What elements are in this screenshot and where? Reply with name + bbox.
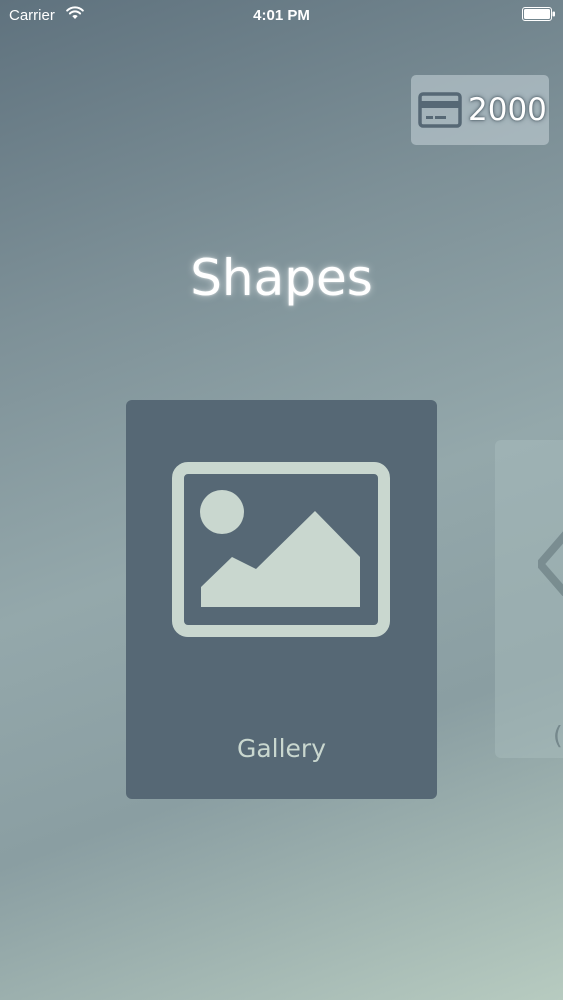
image-icon bbox=[172, 462, 390, 637]
eye-icon bbox=[538, 531, 563, 596]
currency-badge[interactable]: 2000 bbox=[411, 75, 549, 145]
gallery-card-label: Gallery bbox=[236, 734, 327, 763]
gallery-card[interactable]: Gallery bbox=[126, 400, 437, 799]
next-card[interactable]: ( bbox=[495, 440, 563, 758]
battery-icon bbox=[522, 7, 555, 21]
next-card-label: ( bbox=[553, 721, 563, 750]
credit-card-icon bbox=[418, 92, 462, 128]
status-bar: Carrier 4:01 PM bbox=[0, 0, 563, 32]
app-screen: Carrier 4:01 PM 2000 Shapes Gallery ( bbox=[0, 0, 563, 1000]
page-title: Shapes bbox=[190, 249, 373, 307]
status-time: 4:01 PM bbox=[253, 7, 310, 24]
coins-amount: 2000 bbox=[468, 92, 547, 128]
